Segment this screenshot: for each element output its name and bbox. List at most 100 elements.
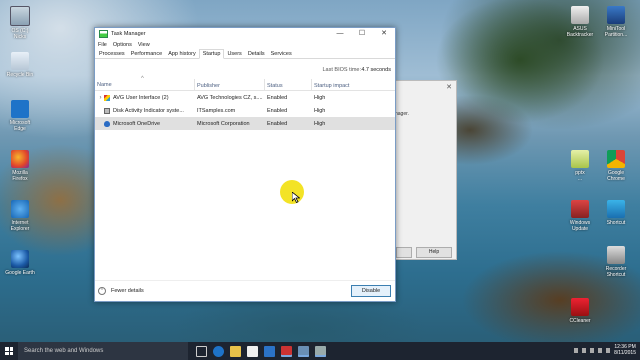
- menu-bar: File Options View: [95, 40, 395, 49]
- desktop-icon-minitool[interactable]: MiniTool Partition...: [596, 6, 636, 38]
- row-impact: High: [314, 94, 326, 101]
- windows-logo-icon: [5, 347, 13, 355]
- desktop-icon-recorder[interactable]: Recorder Shortcut: [596, 246, 636, 278]
- disk-icon: [104, 107, 110, 114]
- google-earth-icon: [11, 250, 29, 268]
- row-publisher: ITSamples.com: [197, 107, 236, 114]
- column-header-status[interactable]: Status: [265, 79, 312, 90]
- window-footer: ⌃ Fewer details Disable: [95, 280, 395, 301]
- tab-performance[interactable]: Performance: [128, 50, 166, 58]
- desktop-icon-label: Chrome: [607, 176, 625, 182]
- desktop-icon-label: ...: [577, 176, 583, 182]
- table-row[interactable]: Disk Activity Indicator syste... ITSampl…: [95, 104, 395, 117]
- fewer-details-link[interactable]: ⌃ Fewer details: [98, 287, 144, 295]
- row-status: Enabled: [267, 120, 288, 127]
- tray-app-icon[interactable]: [582, 347, 587, 353]
- background-window-button[interactable]: [396, 247, 412, 258]
- desktop-icon-asus[interactable]: ASUS Backtracker: [560, 6, 600, 38]
- desktop-icon-label: Recycle Bin: [6, 72, 34, 78]
- recorder-icon: [607, 246, 625, 264]
- task-manager-icon: [99, 30, 108, 38]
- collapse-chevron-icon: ⌃: [98, 287, 106, 295]
- drive-icon: [10, 6, 30, 26]
- battery-icon[interactable]: [606, 347, 611, 353]
- edge-taskbar-icon[interactable]: [213, 345, 224, 357]
- desktop-icon-chrome[interactable]: Google Chrome: [596, 150, 636, 182]
- row-name: AVG User Interface (2): [113, 94, 169, 101]
- window-title: Task Manager: [111, 31, 146, 37]
- desktop-icon-tool[interactable]: Windows Update: [560, 200, 600, 232]
- row-status: Enabled: [267, 107, 288, 114]
- desktop-icon-ie[interactable]: Internet Explorer: [0, 200, 40, 232]
- expand-chevron-icon[interactable]: ›: [97, 95, 104, 101]
- background-window-help-button[interactable]: Help: [416, 247, 452, 258]
- desktop-icon-file[interactable]: pptx ...: [560, 150, 600, 182]
- table-header: ^ Name Publisher Status Startup impact: [95, 76, 395, 91]
- desktop-icon-ccleaner[interactable]: CCleaner: [560, 298, 600, 324]
- desktop-icon-edge[interactable]: Microsoft Edge: [0, 100, 40, 132]
- bios-time-value: 4.7 seconds: [361, 67, 391, 73]
- row-name: Disk Activity Indicator syste...: [113, 107, 184, 114]
- file-explorer-icon[interactable]: [230, 345, 241, 357]
- menu-view[interactable]: View: [138, 42, 150, 48]
- avg-icon: [104, 94, 110, 101]
- close-button[interactable]: ✕: [373, 28, 395, 40]
- desktop-icon-drive[interactable]: OS (C:) Nicks: [0, 6, 40, 40]
- minitool-icon: [607, 6, 625, 24]
- minimize-button[interactable]: —: [329, 28, 351, 40]
- desktop-icon-label: Edge: [14, 126, 26, 132]
- row-publisher: AVG Technologies CZ, s....: [197, 94, 263, 101]
- row-impact: High: [314, 107, 326, 114]
- table-row-selected[interactable]: Microsoft OneDrive Microsoft Corporation…: [95, 117, 395, 130]
- row-impact: High: [314, 120, 326, 127]
- tab-startup[interactable]: Startup: [198, 49, 225, 59]
- table-row[interactable]: › AVG User Interface (2) AVG Technologie…: [95, 91, 395, 104]
- ie-icon: [11, 200, 29, 218]
- tab-users[interactable]: Users: [224, 50, 244, 58]
- desktop-icon-label: CCleaner: [569, 318, 591, 324]
- edge-icon: [11, 100, 29, 118]
- desktop-icon-label: Shortcut: [606, 220, 626, 226]
- menu-options[interactable]: Options: [113, 42, 132, 48]
- column-header-name[interactable]: Name: [95, 79, 195, 90]
- taskbar: Search the web and Windows 12:36 PM 8/11…: [0, 342, 640, 360]
- title-bar[interactable]: Task Manager — ☐ ✕: [95, 28, 395, 40]
- clock[interactable]: 12:36 PM 8/11/2015: [614, 344, 636, 356]
- desktop-icon-label: Partition...: [604, 32, 628, 38]
- tray-arrow-icon[interactable]: [574, 347, 579, 353]
- bios-time-row: Last BIOS time: 4.7 seconds: [95, 59, 395, 79]
- task-manager-taskbar-icon[interactable]: [298, 345, 309, 357]
- store-icon[interactable]: [247, 345, 258, 357]
- maximize-button[interactable]: ☐: [351, 28, 373, 40]
- tab-processes[interactable]: Processes: [96, 50, 128, 58]
- tab-app-history[interactable]: App history: [165, 50, 199, 58]
- tab-strip: Processes Performance App history Startu…: [95, 49, 395, 59]
- tab-details[interactable]: Details: [245, 50, 268, 58]
- task-view-icon[interactable]: [196, 345, 207, 357]
- desktop-icon-messenger[interactable]: Shortcut: [596, 200, 636, 226]
- clock-date: 8/11/2015: [614, 350, 636, 356]
- search-box[interactable]: Search the web and Windows: [18, 342, 188, 360]
- onedrive-icon: [104, 120, 110, 127]
- recycle-bin-icon: [11, 52, 29, 70]
- mail-icon[interactable]: [264, 345, 275, 357]
- tool-icon: [571, 200, 589, 218]
- tab-services[interactable]: Services: [268, 50, 295, 58]
- background-window-close-icon[interactable]: ✕: [446, 83, 452, 91]
- network-icon[interactable]: [590, 347, 595, 353]
- start-button[interactable]: [0, 342, 18, 360]
- disable-button[interactable]: Disable: [351, 285, 391, 297]
- chrome-icon: [607, 150, 625, 168]
- desktop-icon-recycle-bin[interactable]: Recycle Bin: [0, 52, 40, 78]
- desktop-icon-label: Google Earth: [5, 270, 35, 276]
- window-taskbar-icon[interactable]: [315, 345, 326, 357]
- menu-file[interactable]: File: [98, 42, 107, 48]
- column-header-startup-impact[interactable]: Startup impact: [312, 79, 395, 90]
- column-header-publisher[interactable]: Publisher: [195, 79, 265, 90]
- desktop-icon-label: Firefox: [12, 176, 28, 182]
- desktop-icon-google-earth[interactable]: Google Earth: [0, 250, 40, 276]
- volume-icon[interactable]: [598, 347, 603, 353]
- background-window-text: nager.: [395, 111, 409, 117]
- desktop-icon-firefox[interactable]: Mozilla Firefox: [0, 150, 40, 182]
- recorder-taskbar-icon[interactable]: [281, 345, 292, 357]
